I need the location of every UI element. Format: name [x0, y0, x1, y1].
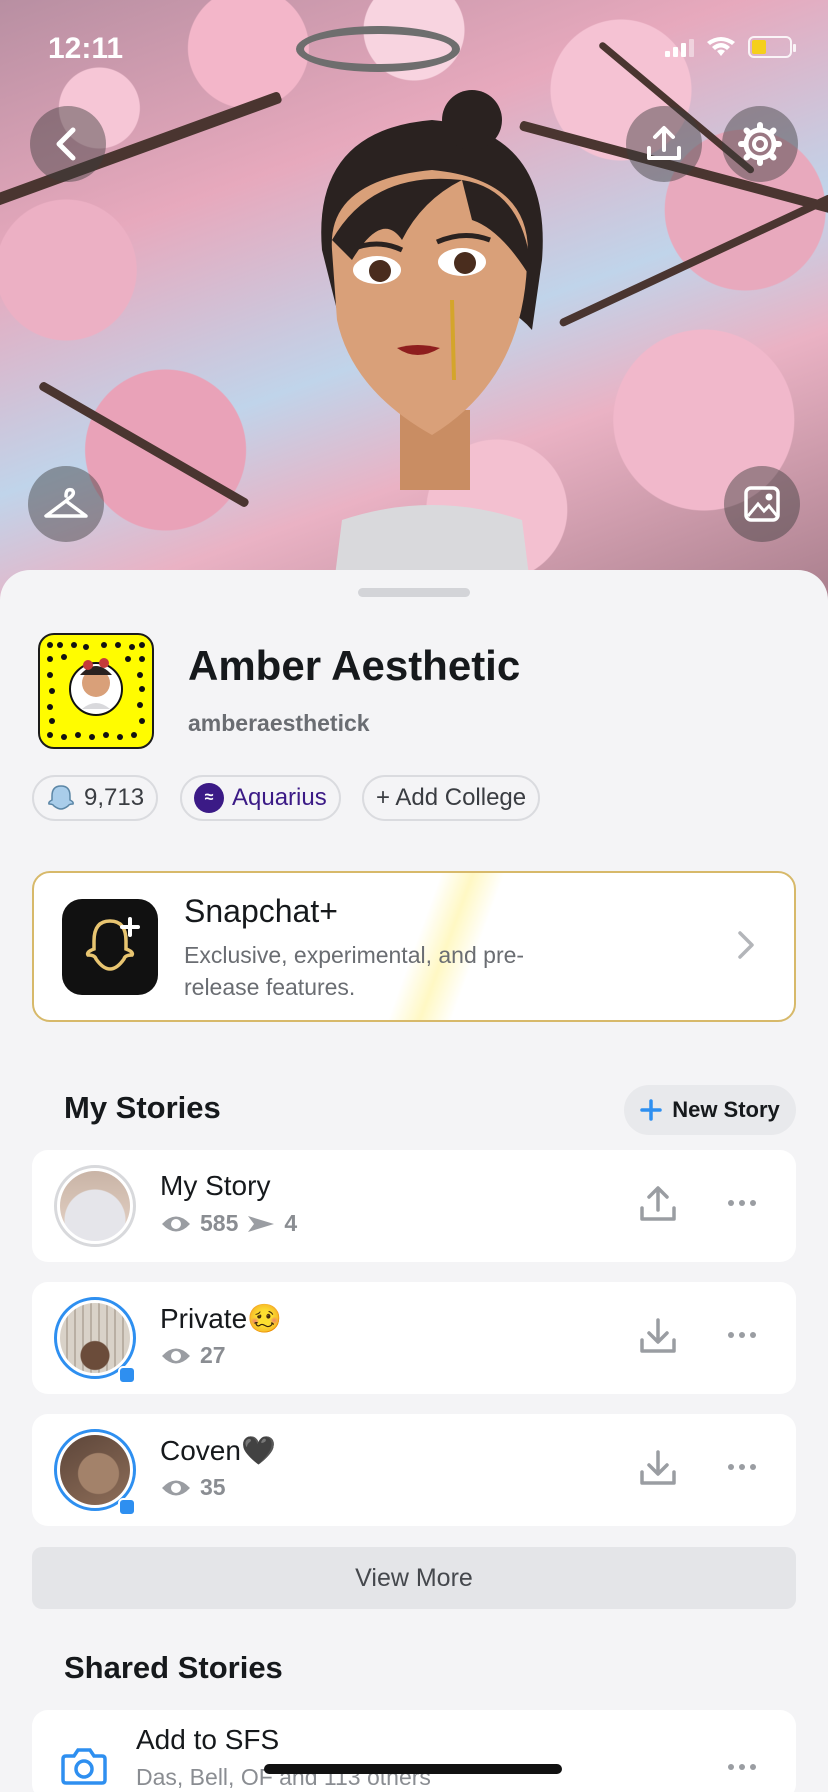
- snapcode-pattern: [47, 642, 145, 740]
- story-name: Private🥴: [160, 1303, 283, 1334]
- eye-icon: [162, 1216, 190, 1231]
- more-icon[interactable]: [728, 1464, 756, 1470]
- upload-icon[interactable]: [638, 1184, 678, 1224]
- lock-icon: [118, 1366, 136, 1384]
- story-screenshots: 4: [284, 1210, 298, 1236]
- home-indicator: [264, 1764, 562, 1774]
- add-college-button[interactable]: + Add College: [362, 775, 541, 821]
- share-profile-button[interactable]: [626, 106, 702, 182]
- story-name: Coven🖤: [160, 1435, 276, 1466]
- story-thumbnail[interactable]: [54, 1165, 136, 1247]
- upload-icon: [647, 126, 681, 160]
- shared-stories-title: Shared Stories: [64, 1650, 283, 1685]
- zodiac-chip[interactable]: ≈ Aquarius: [180, 775, 341, 821]
- customize-outfit-button[interactable]: [28, 466, 104, 542]
- image-icon: [744, 486, 780, 522]
- plus-icon: [640, 1099, 662, 1121]
- bitmoji-avatar[interactable]: [282, 90, 582, 600]
- more-icon[interactable]: [728, 1200, 756, 1206]
- new-story-label: New Story: [672, 1097, 780, 1122]
- hanger-icon: [44, 487, 88, 518]
- story-stats: 27: [160, 1342, 226, 1369]
- ghost-icon: [48, 785, 74, 810]
- eye-icon: [162, 1348, 190, 1363]
- download-icon[interactable]: [638, 1316, 678, 1356]
- signal-icon: [665, 37, 694, 57]
- my-stories-title: My Stories: [64, 1090, 221, 1125]
- story-views: 585: [200, 1210, 239, 1236]
- story-row-private[interactable]: Private🥴 27: [32, 1282, 796, 1394]
- sheet-grabber[interactable]: [358, 588, 470, 597]
- story-stats: 585 4: [160, 1210, 297, 1237]
- bitmoji-halo: [296, 26, 460, 72]
- more-icon[interactable]: [728, 1764, 756, 1770]
- settings-icon: [738, 122, 782, 166]
- more-icon[interactable]: [728, 1332, 756, 1338]
- eye-icon: [162, 1480, 190, 1495]
- download-icon[interactable]: [638, 1448, 678, 1488]
- camera-icon: [61, 1748, 107, 1785]
- snapcode[interactable]: [38, 633, 154, 749]
- battery-icon: [748, 36, 796, 58]
- lock-icon: [118, 1498, 136, 1516]
- story-stats: 35: [160, 1474, 226, 1501]
- chevron-right-icon: [738, 931, 754, 959]
- story-row-coven[interactable]: Coven🖤 35: [32, 1414, 796, 1526]
- screenshot-icon: [248, 1215, 275, 1232]
- display-name: Amber Aesthetic: [188, 642, 521, 689]
- back-icon: [56, 127, 76, 161]
- status-icons: [665, 36, 796, 58]
- snapscore-value: 9,713: [84, 784, 145, 811]
- settings-button[interactable]: [722, 106, 798, 182]
- story-row-my-story[interactable]: My Story 585 4: [32, 1150, 796, 1262]
- new-story-button[interactable]: New Story: [624, 1085, 796, 1135]
- snapchat-plus-card[interactable]: Snapchat+ Exclusive, experimental, and p…: [32, 871, 796, 1022]
- branch: [558, 193, 828, 328]
- aquarius-icon: ≈: [194, 783, 224, 813]
- snapchat-plus-description: Exclusive, experimental, and pre-release…: [184, 942, 525, 1000]
- add-college-label: + Add College: [376, 784, 527, 811]
- change-background-button[interactable]: [724, 466, 800, 542]
- view-more-button[interactable]: View More: [32, 1547, 796, 1609]
- story-row-add-to-sfs[interactable]: Add to SFS Das, Bell, OF and 113 others: [32, 1710, 796, 1792]
- story-name: My Story: [160, 1170, 271, 1201]
- zodiac-label: Aquarius: [232, 784, 327, 811]
- wifi-icon: [707, 37, 735, 56]
- story-name: Add to SFS: [136, 1724, 280, 1755]
- username: amberaesthetick: [188, 710, 370, 736]
- status-time: 12:11: [48, 32, 124, 65]
- story-views: 35: [200, 1474, 226, 1500]
- snapchat-plus-title: Snapchat+: [184, 893, 338, 929]
- snapscore-chip[interactable]: 9,713: [32, 775, 159, 821]
- story-views: 27: [200, 1342, 226, 1368]
- snapchat-plus-icon: [62, 899, 158, 995]
- back-button[interactable]: [30, 106, 106, 182]
